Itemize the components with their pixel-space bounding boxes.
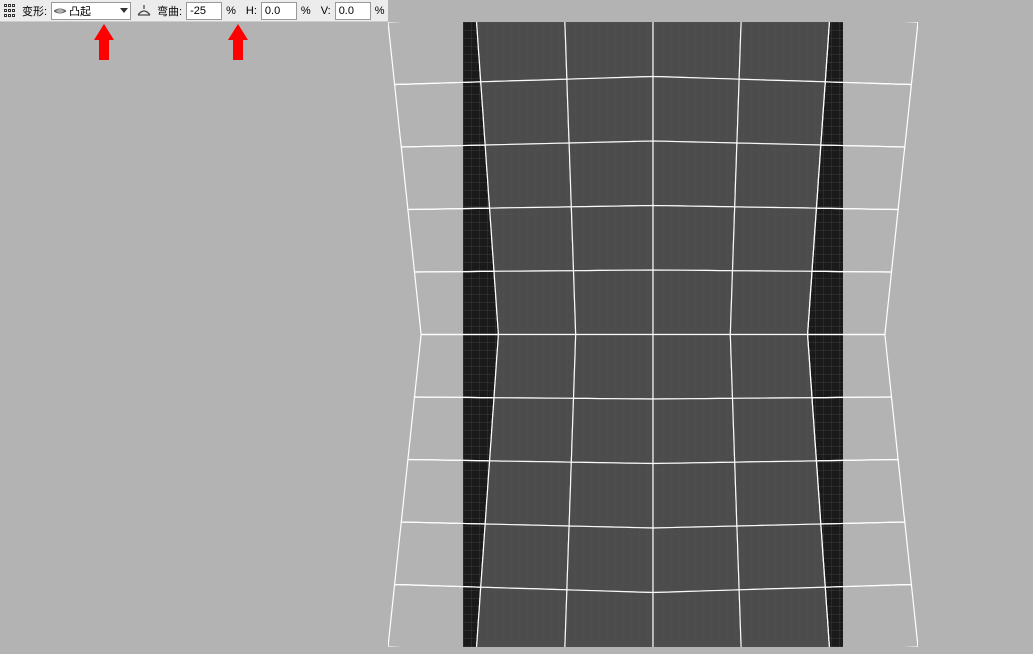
dropdown-selected-text: 凸起 <box>69 3 116 19</box>
v-percent-label: % <box>375 5 385 17</box>
warp-mesh-grid[interactable]: .mesh{fill:none;stroke:#fff;stroke-width… <box>388 22 918 647</box>
warp-options-toolbar: 变形: 凸起 弯曲: % H: % V: % <box>0 0 388 22</box>
bend-percent-label: % <box>226 5 236 17</box>
annotation-arrow-2 <box>228 24 248 64</box>
v-input[interactable] <box>335 2 371 20</box>
orientation-toggle-icon[interactable] <box>135 2 153 20</box>
bend-input[interactable] <box>186 2 222 20</box>
annotation-arrow-1 <box>94 24 114 64</box>
v-label: V: <box>321 5 331 17</box>
chevron-down-icon <box>120 8 128 13</box>
bend-label: 弯曲: <box>157 3 182 19</box>
h-label: H: <box>246 5 257 17</box>
bulge-icon <box>54 5 66 17</box>
transform-dropdown[interactable]: 凸起 <box>51 2 131 20</box>
transform-label: 变形: <box>22 3 47 19</box>
h-percent-label: % <box>301 5 311 17</box>
canvas-area[interactable]: .mesh{fill:none;stroke:#fff;stroke-width… <box>388 22 918 652</box>
switch-grid-icon[interactable] <box>4 4 18 18</box>
h-input[interactable] <box>261 2 297 20</box>
